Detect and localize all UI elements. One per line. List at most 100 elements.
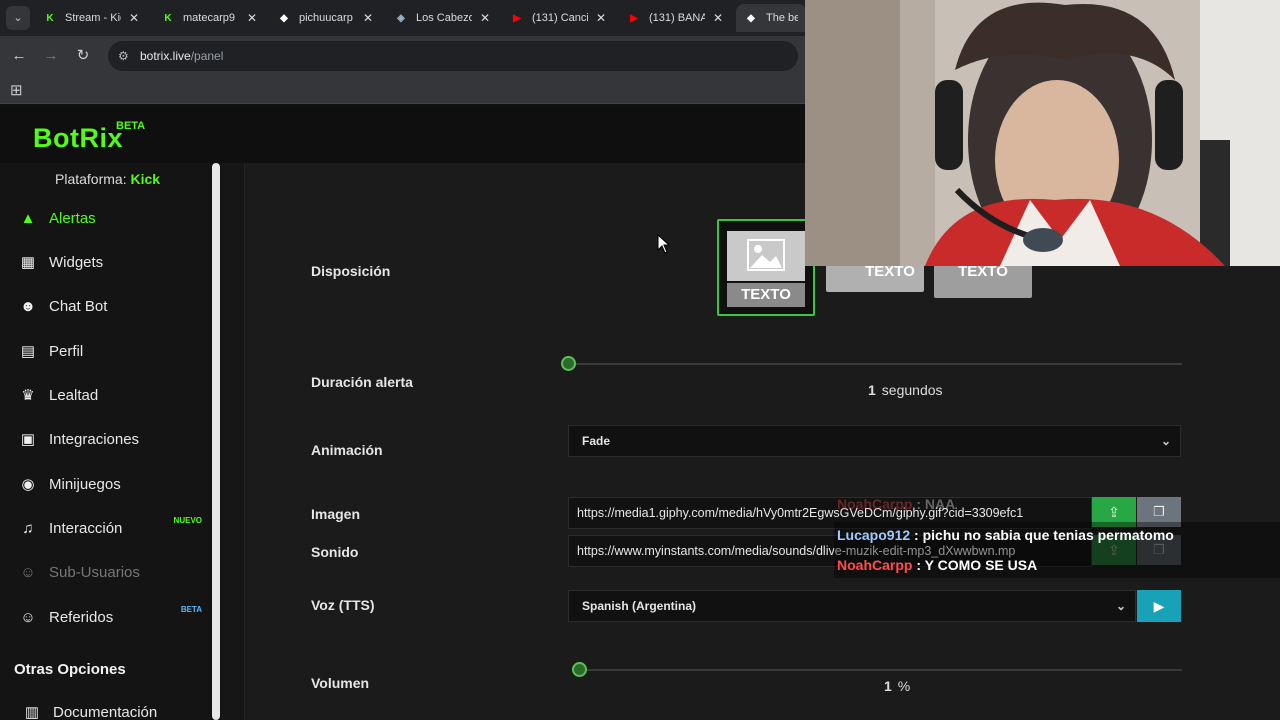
browser-tab-title: pichuucarp xyxy=(299,12,353,24)
browser-tab[interactable]: Kmatecarp9 ✕ xyxy=(153,4,265,32)
gamepad-icon: ◉ xyxy=(21,476,35,493)
shield-icon: ◈ xyxy=(397,12,405,24)
platform-value: Kick xyxy=(130,171,161,187)
robot-icon: ☻ xyxy=(20,297,36,315)
imagen-label: Imagen xyxy=(311,506,361,522)
diamond-icon: ◆ xyxy=(747,12,755,24)
browser-tab[interactable]: ◆ pichuucarp ✕ xyxy=(269,4,381,32)
diamond-icon: ◆ xyxy=(280,12,288,24)
chat-separator: : xyxy=(912,557,925,573)
browser-tab[interactable]: ▶ (131) BANANA ✕ xyxy=(619,4,731,32)
chat-separator: : xyxy=(910,527,923,543)
volumen-label: Volumen xyxy=(311,675,370,691)
layout-option-text-only[interactable]: TEXTO xyxy=(934,262,1032,298)
browser-tab-title: Stream - Kick xyxy=(65,12,121,24)
sidebar-item-documentaci-n[interactable]: ▥ Documentación xyxy=(22,692,212,720)
sidebar-item-label: Integraciones xyxy=(49,430,140,448)
back-button[interactable]: ← xyxy=(9,46,29,66)
upload-icon: ⇪ xyxy=(1108,504,1120,520)
chat-message: NoahCarpp : NAA xyxy=(837,496,955,512)
close-icon[interactable]: ✕ xyxy=(480,11,490,25)
youtube-icon: ▶ xyxy=(630,12,638,24)
other-options-heading: Otras Opciones xyxy=(14,661,126,678)
browser-tab[interactable]: ◆ The best xyxy=(736,4,806,32)
close-icon[interactable]: ✕ xyxy=(713,11,723,25)
sidebar-item-perfil[interactable]: ▤ Perfil xyxy=(18,331,208,371)
nav-badge: BETA xyxy=(180,605,202,614)
sidebar-scrollbar[interactable] xyxy=(212,163,220,720)
tab-search-button[interactable]: ⌄ xyxy=(6,6,30,30)
id-card-icon: ▤ xyxy=(20,343,36,360)
botrix-logo[interactable]: BotRix xyxy=(33,123,123,154)
close-icon[interactable]: ✕ xyxy=(596,11,606,25)
reload-button[interactable]: ↻ xyxy=(73,46,93,66)
close-icon[interactable]: ✕ xyxy=(247,11,257,25)
disposicion-label: Disposición xyxy=(311,263,391,279)
book-icon: ▥ xyxy=(24,704,40,720)
sidebar-item-interacci-n[interactable]: ♫ Interacción NUEVO xyxy=(18,508,208,548)
kick-icon: K xyxy=(164,12,172,24)
platform-indicator: Plataforma: Kick xyxy=(55,171,160,187)
sidebar-item-chat-bot[interactable]: ☻ Chat Bot xyxy=(18,286,208,326)
site-settings-icon[interactable]: ⚙ xyxy=(118,41,129,71)
grid-icon: ▦ xyxy=(20,254,36,271)
browser-tab[interactable]: ▶ (131) Canción ✕ xyxy=(502,4,614,32)
sidebar-item-alertas[interactable]: ▲ Alertas xyxy=(18,198,208,238)
browser-tab[interactable]: ◈ Los Cabezones ✕ xyxy=(386,4,498,32)
chat-message: NoahCarpp : Y COMO SE USA xyxy=(837,557,1037,573)
chat-username: Lucapo912 xyxy=(837,527,911,543)
layout-option-text: TEXTO xyxy=(727,283,805,307)
voz-value: Spanish (Argentina) xyxy=(582,599,697,613)
apps-grid-icon[interactable]: ⊞ xyxy=(10,81,23,99)
sonido-label: Sonido xyxy=(311,544,359,560)
chat-username: NoahCarpp xyxy=(837,496,913,512)
duracion-value: 1 xyxy=(868,382,876,398)
sidebar-item-label: Sub-Usuarios xyxy=(49,563,140,581)
music-icon: ♫ xyxy=(22,519,34,537)
forward-button[interactable]: → xyxy=(41,46,61,66)
plugin-icon: ▣ xyxy=(20,431,36,448)
youtube-icon: ▶ xyxy=(513,12,521,24)
logo-beta-badge: BETA xyxy=(116,120,146,132)
browser-tab[interactable]: K Stream - Kick ✕ xyxy=(35,4,147,32)
sidebar-item-minijuegos[interactable]: ◉ Minijuegos xyxy=(18,464,208,504)
layout-option-image-top[interactable]: TEXTO xyxy=(717,219,815,316)
volumen-slider-thumb[interactable] xyxy=(572,662,588,677)
voz-label: Voz (TTS) xyxy=(311,597,375,613)
sidebar-item-label: Interacción xyxy=(49,519,123,537)
layout-option-image-left[interactable]: TEXTO xyxy=(826,262,924,292)
browser-tab-title: (131) Canción xyxy=(532,12,588,24)
sidebar-item-label: Lealtad xyxy=(49,386,99,404)
mouse-cursor-icon xyxy=(657,234,671,254)
duracion-slider-thumb[interactable] xyxy=(561,356,576,371)
platform-label: Plataforma: xyxy=(55,171,127,187)
gallery-icon: ❐ xyxy=(1153,504,1165,519)
duracion-readout: 1 segundos xyxy=(868,382,943,398)
chat-separator: : xyxy=(912,496,925,512)
animacion-label: Animación xyxy=(311,442,383,458)
duracion-slider-track[interactable] xyxy=(568,363,1182,365)
address-bar[interactable]: ⚙ botrix.live/panel xyxy=(108,41,798,71)
animacion-value: Fade xyxy=(582,434,611,448)
close-icon[interactable]: ✕ xyxy=(363,11,373,25)
webcam-image xyxy=(805,0,1280,266)
browser-tab-title: The best xyxy=(766,12,798,24)
sidebar-item-referidos[interactable]: ☺ Referidos BETA xyxy=(18,597,208,637)
animacion-select[interactable]: Fade ⌄ xyxy=(568,425,1181,457)
sidebar-item-sub-usuarios: ☺ Sub-Usuarios xyxy=(18,552,208,592)
volumen-slider-track[interactable] xyxy=(573,669,1182,671)
tts-play-button[interactable]: ▶ xyxy=(1137,590,1181,622)
webcam-overlay xyxy=(805,0,1280,266)
duracion-label: Duración alerta xyxy=(311,374,413,390)
close-icon[interactable]: ✕ xyxy=(129,11,139,25)
sidebar-item-label: Minijuegos xyxy=(49,475,121,493)
browser-tab-title: (131) BANANA xyxy=(649,12,705,24)
sidebar-item-label: Perfil xyxy=(49,342,84,360)
voz-select[interactable]: Spanish (Argentina) ⌄ xyxy=(568,590,1136,622)
sidebar-item-lealtad[interactable]: ♛ Lealtad xyxy=(18,375,208,415)
url-path: /panel xyxy=(190,49,224,63)
sidebar-item-integraciones[interactable]: ▣ Integraciones xyxy=(18,419,208,459)
sidebar-item-widgets[interactable]: ▦ Widgets xyxy=(18,242,208,282)
volumen-unit: % xyxy=(897,678,911,694)
volumen-readout: 1% xyxy=(884,678,910,694)
